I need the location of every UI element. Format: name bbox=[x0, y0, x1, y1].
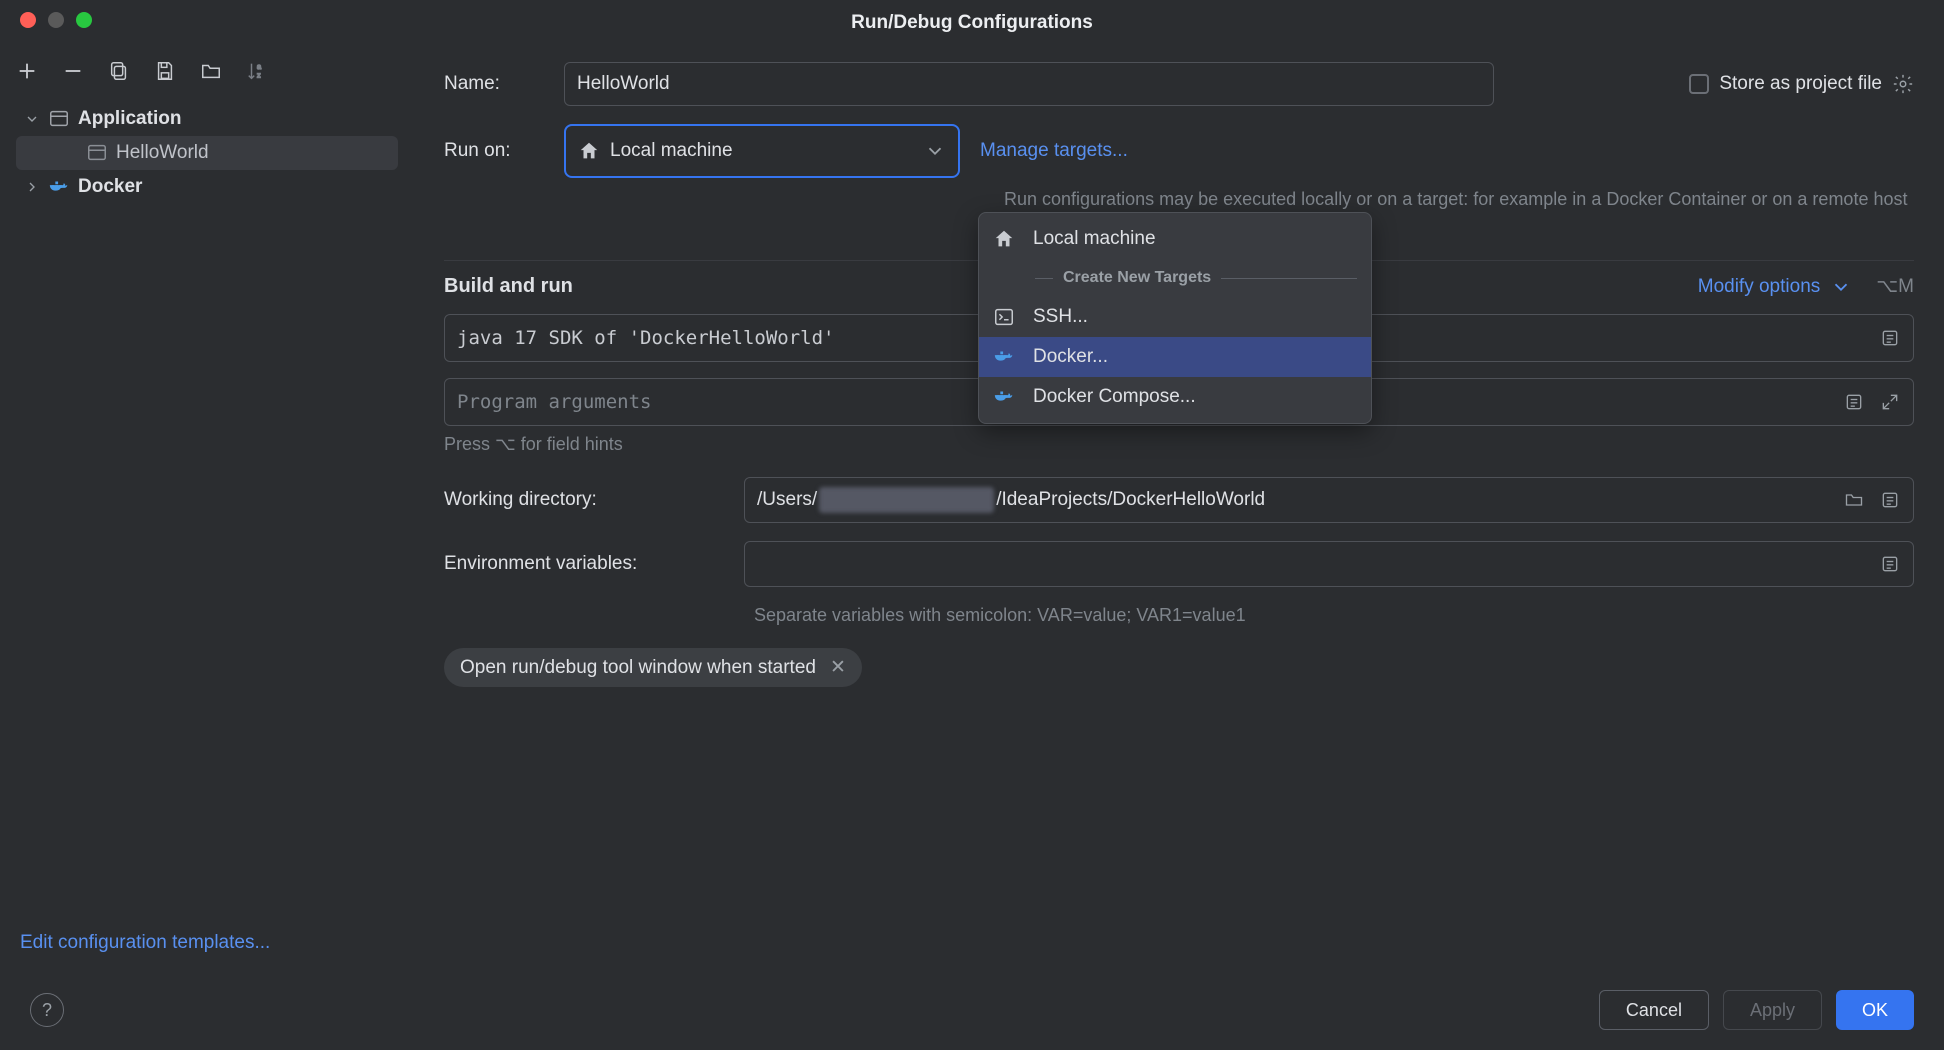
tree-label: Application bbox=[78, 108, 181, 130]
field-hints: Press ⌥ for field hints bbox=[444, 434, 1914, 455]
runon-dropdown: Local machine Create New Targets SSH... … bbox=[978, 212, 1372, 424]
chevron-down-icon bbox=[1830, 276, 1852, 298]
dropdown-label: Docker Compose... bbox=[1033, 386, 1196, 408]
sort-config-button[interactable]: az bbox=[242, 56, 272, 86]
open-tool-window-chip[interactable]: Open run/debug tool window when started … bbox=[444, 648, 862, 687]
env-vars-helper: Separate variables with semicolon: VAR=v… bbox=[754, 605, 1914, 626]
copy-config-button[interactable] bbox=[104, 56, 134, 86]
sidebar: az Application HelloWorld bbox=[0, 40, 414, 970]
dropdown-header-create: Create New Targets bbox=[979, 259, 1371, 297]
store-as-project-checkbox[interactable] bbox=[1689, 74, 1709, 94]
tree-label: Docker bbox=[78, 176, 142, 198]
tree-node-docker[interactable]: Docker bbox=[16, 170, 398, 204]
program-arguments-placeholder: Program arguments bbox=[457, 391, 651, 413]
ok-button[interactable]: OK bbox=[1836, 990, 1914, 1030]
cancel-button[interactable]: Cancel bbox=[1599, 990, 1709, 1030]
wd-prefix: /Users/ bbox=[757, 489, 817, 511]
list-icon[interactable] bbox=[1843, 391, 1865, 413]
chevron-down-icon bbox=[24, 111, 40, 127]
env-vars-label: Environment variables: bbox=[444, 553, 744, 575]
window-title: Run/Debug Configurations bbox=[851, 6, 1093, 34]
titlebar: Run/Debug Configurations bbox=[0, 0, 1944, 40]
list-icon[interactable] bbox=[1879, 327, 1901, 349]
tree-node-application[interactable]: Application bbox=[16, 102, 398, 136]
remove-config-button[interactable] bbox=[58, 56, 88, 86]
dropdown-item-ssh[interactable]: SSH... bbox=[979, 297, 1371, 337]
runon-combo[interactable]: Local machine bbox=[564, 124, 960, 178]
working-directory-input[interactable]: /Users/ /IdeaProjects/DockerHelloWorld bbox=[744, 477, 1914, 523]
chip-label: Open run/debug tool window when started bbox=[460, 657, 816, 679]
close-window-button[interactable] bbox=[20, 12, 36, 28]
dropdown-label: SSH... bbox=[1033, 306, 1088, 328]
tree-label: HelloWorld bbox=[116, 142, 209, 164]
add-config-button[interactable] bbox=[12, 56, 42, 86]
home-icon bbox=[993, 228, 1015, 250]
jdk-value: java 17 SDK of 'DockerHelloWorld' bbox=[457, 327, 835, 349]
store-as-project-label: Store as project file bbox=[1719, 73, 1882, 95]
gear-icon[interactable] bbox=[1892, 73, 1914, 95]
close-icon[interactable]: ✕ bbox=[830, 656, 846, 679]
docker-icon bbox=[993, 386, 1015, 408]
dropdown-item-local[interactable]: Local machine bbox=[979, 219, 1371, 259]
docker-icon bbox=[993, 346, 1015, 368]
wd-suffix: /IdeaProjects/DockerHelloWorld bbox=[996, 489, 1265, 511]
terminal-icon bbox=[993, 306, 1015, 328]
env-vars-input[interactable] bbox=[744, 541, 1914, 587]
section-title-build-run: Build and run bbox=[444, 275, 573, 298]
footer: ? Cancel Apply OK bbox=[0, 970, 1944, 1050]
svg-text:z: z bbox=[257, 70, 261, 79]
chevron-right-icon bbox=[24, 179, 40, 195]
jdk-combo[interactable]: java 17 SDK of 'DockerHelloWorld' bbox=[444, 314, 1020, 362]
application-icon bbox=[86, 142, 108, 164]
list-icon[interactable] bbox=[1879, 553, 1901, 575]
minimize-window-button[interactable] bbox=[48, 12, 64, 28]
modify-options-link[interactable]: Modify options bbox=[1698, 276, 1821, 298]
dropdown-label: Docker... bbox=[1033, 346, 1108, 368]
working-directory-label: Working directory: bbox=[444, 489, 744, 511]
runon-label: Run on: bbox=[444, 140, 564, 162]
folder-config-button[interactable] bbox=[196, 56, 226, 86]
sidebar-toolbar: az bbox=[0, 40, 414, 96]
home-icon bbox=[578, 140, 600, 162]
apply-button[interactable]: Apply bbox=[1723, 990, 1822, 1030]
config-tree: Application HelloWorld Docker bbox=[0, 96, 414, 916]
form-panel: Name: Store as project file Run on: Loca… bbox=[414, 40, 1944, 970]
application-icon bbox=[48, 108, 70, 130]
maximize-window-button[interactable] bbox=[76, 12, 92, 28]
manage-targets-link[interactable]: Manage targets... bbox=[980, 140, 1128, 162]
tree-node-helloworld[interactable]: HelloWorld bbox=[16, 136, 398, 170]
chevron-down-icon bbox=[924, 140, 946, 162]
modify-options-kbd: ⌥M bbox=[1876, 275, 1914, 298]
list-icon[interactable] bbox=[1879, 489, 1901, 511]
edit-templates-link[interactable]: Edit configuration templates... bbox=[0, 916, 414, 970]
wd-redacted bbox=[819, 487, 994, 513]
save-config-button[interactable] bbox=[150, 56, 180, 86]
expand-icon[interactable] bbox=[1879, 391, 1901, 413]
docker-icon bbox=[48, 176, 70, 198]
name-input[interactable] bbox=[564, 62, 1494, 106]
folder-icon[interactable] bbox=[1843, 489, 1865, 511]
dropdown-item-docker[interactable]: Docker... bbox=[979, 337, 1371, 377]
name-label: Name: bbox=[444, 73, 564, 95]
dropdown-label: Local machine bbox=[1033, 228, 1156, 250]
content: az Application HelloWorld bbox=[0, 40, 1944, 970]
runon-value: Local machine bbox=[610, 140, 733, 162]
dropdown-item-docker-compose[interactable]: Docker Compose... bbox=[979, 377, 1371, 417]
help-button[interactable]: ? bbox=[30, 993, 64, 1027]
